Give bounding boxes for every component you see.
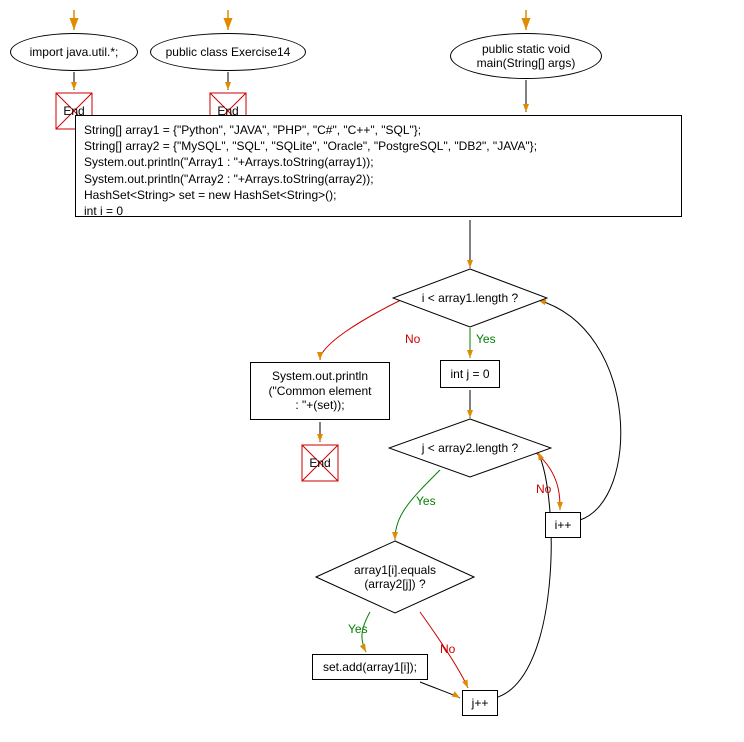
label-equals-no: No: [440, 642, 455, 656]
label-inner-no: No: [536, 482, 551, 496]
j-inc-text: j++: [472, 696, 489, 710]
print-common-l2: ("Common element: [269, 384, 372, 398]
i-inc: i++: [545, 512, 581, 538]
decision-outer: i < array1.length ?: [392, 268, 548, 328]
set-add: set.add(array1[i]);: [312, 654, 428, 680]
end-print: End: [301, 444, 339, 482]
init-j-text: int j = 0: [450, 367, 489, 381]
label-outer-no: No: [405, 332, 420, 346]
ellipse-import-text: import java.util.*;: [30, 45, 119, 59]
ellipse-import: import java.util.*;: [10, 33, 138, 71]
label-equals-yes: Yes: [348, 622, 368, 636]
ellipse-class: public class Exercise14: [150, 33, 306, 71]
decision-inner-text: j < array2.length ?: [388, 418, 552, 478]
set-add-text: set.add(array1[i]);: [323, 660, 417, 674]
label-outer-yes: Yes: [476, 332, 496, 346]
ellipse-main: public static void main(String[] args): [450, 33, 602, 79]
flowchart-canvas: import java.util.*; public class Exercis…: [0, 0, 744, 742]
decision-outer-text: i < array1.length ?: [392, 268, 548, 328]
decision-equals-l1: array1[i].equals: [354, 563, 436, 577]
print-common-l3: : "+(set));: [269, 398, 372, 412]
ellipse-main-line2: main(String[] args): [477, 56, 576, 70]
code-block: String[] array1 = {"Python", "JAVA", "PH…: [75, 115, 682, 217]
ellipse-main-line1: public static void: [477, 42, 576, 56]
init-j: int j = 0: [440, 360, 500, 388]
decision-inner: j < array2.length ?: [388, 418, 552, 478]
end-print-text: End: [301, 444, 339, 482]
ellipse-class-text: public class Exercise14: [166, 45, 291, 59]
j-inc: j++: [462, 690, 498, 716]
i-inc-text: i++: [555, 518, 572, 532]
label-inner-yes: Yes: [416, 494, 436, 508]
decision-equals-l2: (array2[j]) ?: [354, 577, 436, 591]
print-common: System.out.println ("Common element : "+…: [250, 362, 390, 420]
decision-equals: array1[i].equals (array2[j]) ?: [315, 540, 475, 614]
print-common-l1: System.out.println: [269, 369, 372, 383]
code-block-text: String[] array1 = {"Python", "JAVA", "PH…: [84, 123, 537, 218]
